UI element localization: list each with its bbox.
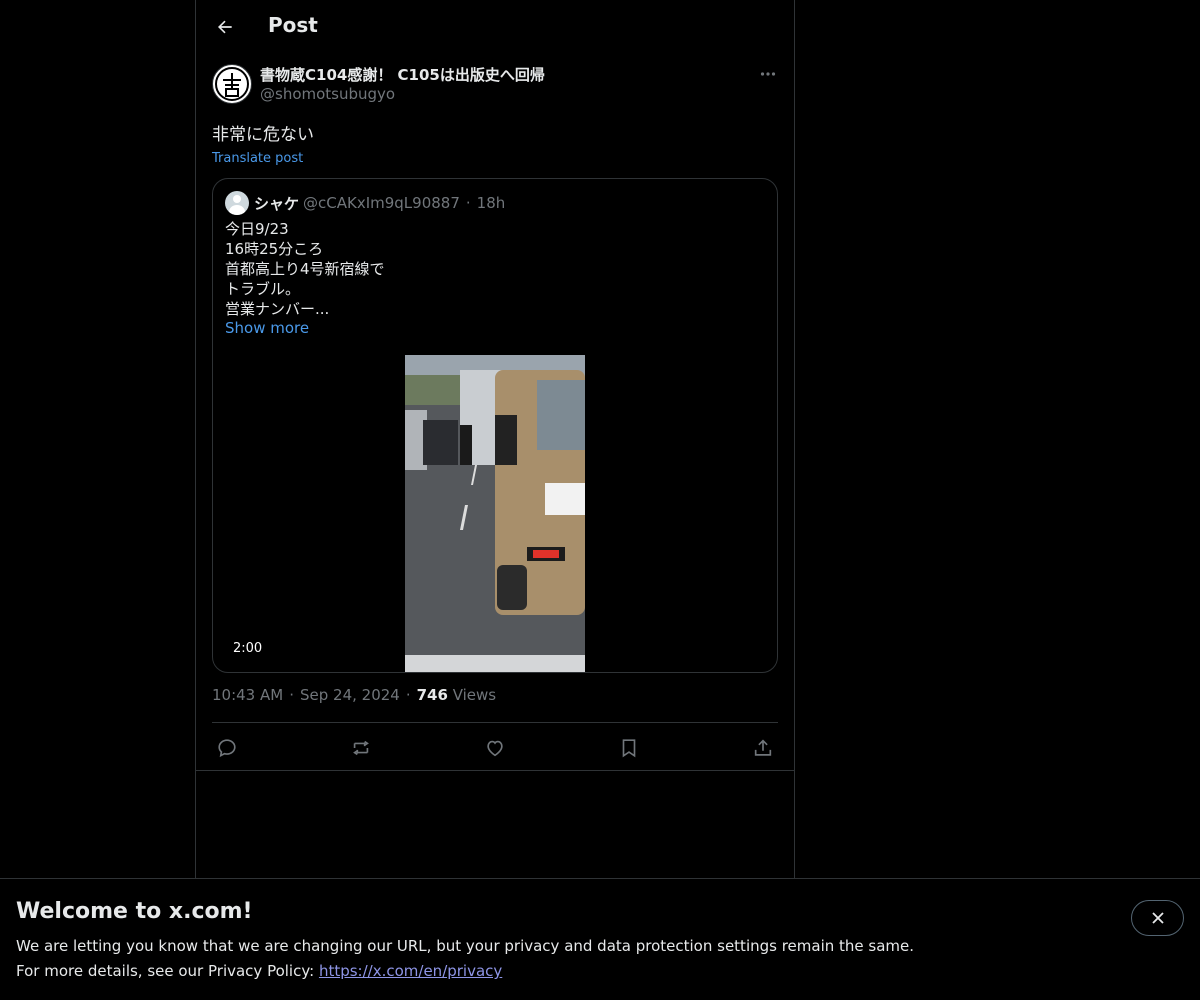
author-name[interactable]: 書物蔵C104感謝！ C105は出版史へ回帰 bbox=[260, 64, 545, 85]
author-handle[interactable]: @shomotsubugyo bbox=[260, 85, 395, 103]
quoted-post[interactable]: シャケ @cCAKxIm9qL90887 · 18h 今日9/23 16時25分… bbox=[212, 178, 778, 673]
quoted-text-line: 首都高上り4号新宿線で bbox=[225, 260, 385, 278]
share-icon bbox=[754, 739, 772, 756]
top-bar: Post bbox=[196, 0, 794, 54]
reply-icon bbox=[218, 739, 236, 758]
post-meta: 10:43 AM · Sep 24, 2024 · 746 Views bbox=[212, 686, 496, 704]
separator-dot: · bbox=[405, 686, 411, 704]
repost-button[interactable] bbox=[348, 735, 374, 761]
author-logo-icon bbox=[215, 67, 249, 101]
privacy-policy-link[interactable]: https://x.com/en/privacy bbox=[319, 962, 502, 980]
quoted-author-handle: @cCAKxIm9qL90887 bbox=[303, 194, 460, 212]
quoted-avatar bbox=[225, 191, 249, 215]
post-author-row: 書物蔵C104感謝！ C105は出版史へ回帰 @shomotsubugyo bbox=[212, 62, 778, 108]
close-banner-button[interactable] bbox=[1131, 900, 1184, 936]
quoted-text-line: 今日9/23 bbox=[225, 220, 289, 238]
banner-title: Welcome to x.com! bbox=[16, 899, 253, 924]
post-actions bbox=[212, 722, 778, 772]
like-icon bbox=[487, 740, 503, 757]
reply-button[interactable] bbox=[214, 735, 240, 761]
page-title: Post bbox=[268, 13, 318, 37]
banner-text: We are letting you know that we are chan… bbox=[16, 937, 915, 955]
bookmark-button[interactable] bbox=[616, 735, 642, 761]
bookmark-icon bbox=[622, 739, 636, 758]
banner-privacy-text: For more details, see our Privacy Policy… bbox=[16, 962, 502, 980]
quoted-text-line: 16時25分ころ bbox=[225, 240, 324, 258]
quoted-post-header: シャケ @cCAKxIm9qL90887 · 18h bbox=[225, 191, 505, 215]
divider bbox=[196, 770, 794, 771]
quoted-text-line: 営業ナンバー... bbox=[225, 300, 330, 318]
post: 書物蔵C104感謝！ C105は出版史へ回帰 @shomotsubugyo 非常… bbox=[212, 62, 778, 673]
more-icon bbox=[760, 72, 776, 76]
video-duration: 2:00 bbox=[225, 639, 271, 658]
quoted-post-text: 今日9/23 16時25分ころ 首都高上り4号新宿線で トラブル。 営業ナンバー… bbox=[225, 219, 765, 319]
avatar[interactable] bbox=[212, 64, 252, 104]
views-count: 746 bbox=[416, 686, 448, 704]
separator-dot: · bbox=[465, 194, 471, 212]
show-more-link[interactable]: Show more bbox=[225, 319, 309, 337]
quoted-author-name: シャケ bbox=[254, 194, 300, 213]
separator-dot: · bbox=[289, 686, 294, 704]
back-button[interactable] bbox=[208, 10, 242, 44]
banner-privacy-prefix: For more details, see our Privacy Policy… bbox=[16, 962, 319, 980]
translate-post-link[interactable]: Translate post bbox=[212, 151, 303, 166]
more-options-button[interactable] bbox=[758, 64, 778, 84]
video-thumbnail[interactable] bbox=[405, 355, 585, 672]
video-frame-image bbox=[405, 355, 585, 672]
post-text: 非常に危ない bbox=[212, 125, 314, 145]
welcome-banner: Welcome to x.com! We are letting you kno… bbox=[0, 878, 1200, 1000]
views-label: Views bbox=[452, 686, 497, 704]
post-time[interactable]: 10:43 AM bbox=[212, 686, 283, 704]
like-button[interactable] bbox=[482, 735, 508, 761]
arrow-left-icon bbox=[218, 20, 232, 34]
share-button[interactable] bbox=[750, 735, 776, 761]
repost-icon bbox=[353, 740, 369, 756]
quoted-text-line: トラブル。 bbox=[225, 280, 301, 298]
post-date[interactable]: Sep 24, 2024 bbox=[300, 686, 400, 704]
main-column: Post 書物蔵C104感謝！ C105は出版史へ回帰 @shomotsubug… bbox=[195, 0, 795, 1000]
close-icon bbox=[1151, 912, 1164, 924]
quoted-post-time: 18h bbox=[476, 194, 506, 212]
